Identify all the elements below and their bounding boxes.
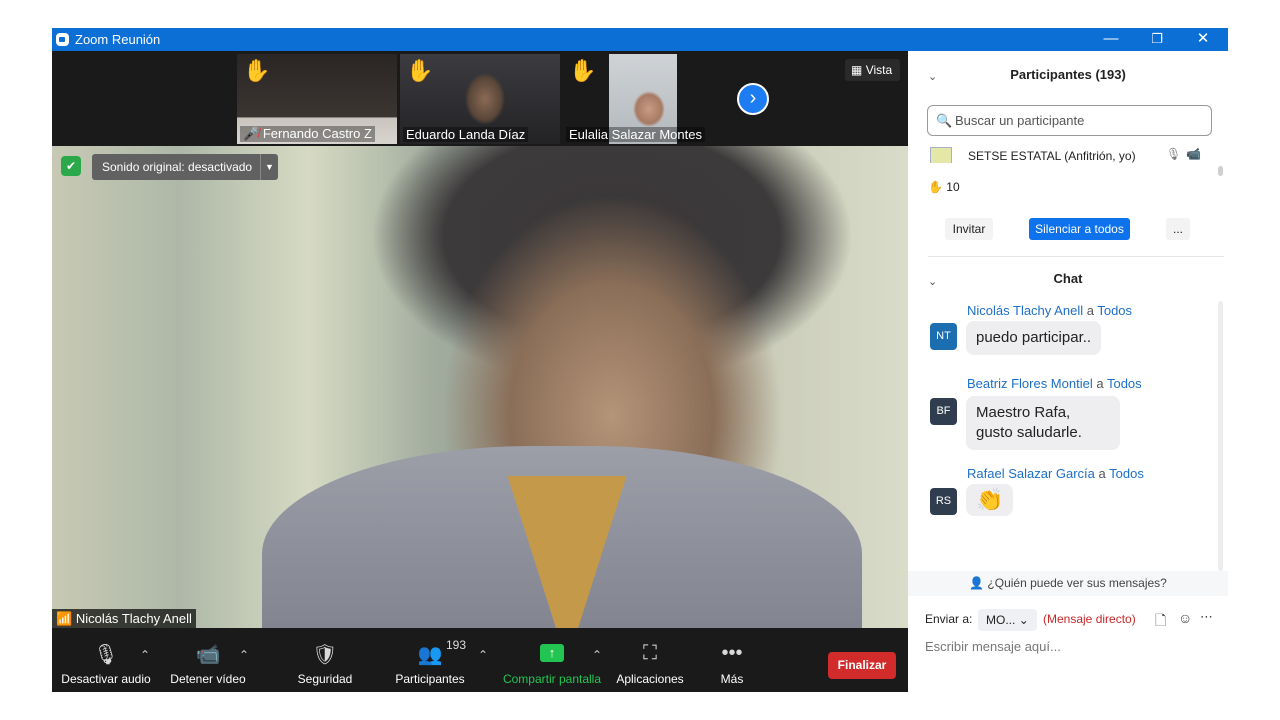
thumbnail-video[interactable]: ✋ 🎤̸ Fernando Castro Z: [237, 54, 397, 144]
restore-button[interactable]: ❐: [1134, 28, 1180, 51]
raised-hand-icon: ✋: [928, 180, 943, 194]
participants-button[interactable]: 👥 193 Participantes: [392, 628, 468, 692]
microphone-icon[interactable]: 🎙: [1166, 147, 1181, 161]
message-header: Beatriz Flores Montiel a Todos: [967, 376, 1142, 391]
recipient-dropdown[interactable]: MO... ⌄: [978, 609, 1037, 631]
meeting-area: ✋ 🎤̸ Fernando Castro Z ✋ Eduardo Landa D…: [52, 51, 908, 692]
security-button[interactable]: 🛡 Seguridad: [290, 628, 360, 692]
thumbnail-video[interactable]: ✋ Eulalia Salazar Montes: [563, 54, 723, 144]
video-camera-icon: 📹: [195, 644, 221, 666]
raised-hands-count: ✋ 10: [928, 180, 960, 194]
speaker-name-label: 📶 Nicolás Tlachy Anell: [52, 609, 196, 628]
thumbnail-video[interactable]: ✋ Eduardo Landa Díaz: [400, 54, 560, 144]
thumbnail-name: Eduardo Landa Díaz: [403, 127, 529, 142]
avatar: RS: [930, 488, 957, 515]
search-icon: 🔍: [936, 113, 953, 128]
invite-button[interactable]: Invitar: [945, 218, 993, 240]
meeting-toolbar: 🎙 Desactivar audio ⌃ 📹 Detener vídeo ⌃ 🛡…: [52, 628, 908, 692]
participants-scrollbar[interactable]: [1218, 166, 1223, 176]
next-page-button[interactable]: ›: [737, 83, 769, 115]
emoji-icon[interactable]: ☺: [1178, 610, 1192, 626]
signal-bars-icon: 📶: [56, 611, 73, 626]
chevron-down-icon: ⌄: [1018, 613, 1029, 627]
chat-scrollbar[interactable]: [1218, 301, 1223, 571]
zoom-logo-icon: [56, 33, 69, 46]
apps-icon: ⛶: [643, 642, 657, 664]
participants-options-caret[interactable]: ⌃: [478, 648, 488, 662]
raised-hand-icon: ✋: [243, 58, 271, 83]
chat-message-bubble: puedo participar..: [966, 321, 1102, 355]
who-can-see-link[interactable]: 👤 ¿Quién puede ver sus mensajes?: [908, 571, 1228, 596]
avatar: BF: [930, 398, 957, 425]
share-arrow-icon: ↑: [540, 644, 564, 662]
file-icon[interactable]: 🗋: [1155, 610, 1166, 634]
avatar: [930, 147, 952, 163]
more-dots-icon: •••: [721, 642, 743, 664]
encryption-shield-icon[interactable]: ✔: [61, 156, 81, 176]
participants-title: Participantes (193): [1010, 67, 1126, 82]
microphone-icon: 🎙: [93, 644, 119, 666]
side-panel: ⌄ Participantes (193) 🔍 Buscar un partic…: [908, 51, 1228, 692]
participant-name: SETSE ESTATAL (Anfitrión, yo): [968, 149, 1136, 163]
divider: [928, 256, 1224, 257]
participant-row[interactable]: SETSE ESTATAL (Anfitrión, yo) 🎙 📹: [928, 146, 1208, 163]
participants-count: 193: [446, 638, 467, 652]
message-header: Rafael Salazar García a Todos: [967, 466, 1144, 481]
chat-title: Chat: [1053, 271, 1083, 286]
thumbnail-name: 🎤̸ Fernando Castro Z: [240, 126, 375, 142]
shield-icon: 🛡: [312, 644, 338, 666]
send-to-row: Enviar a: MO... ⌄ (Mensaje directo) 🗋 ☺ …: [925, 607, 1225, 631]
more-dots-icon[interactable]: ⋯: [1200, 609, 1213, 625]
people-icon: 👥: [417, 644, 443, 666]
muted-mic-icon: 🎤̸: [243, 126, 260, 141]
video-options-caret[interactable]: ⌃: [239, 648, 249, 662]
window-title: Zoom Reunión: [75, 32, 161, 47]
message-header: Nicolás Tlachy Anell a Todos: [967, 303, 1133, 318]
minimize-button[interactable]: —: [1088, 28, 1134, 51]
thumbnail-name: Eulalia Salazar Montes: [566, 127, 705, 142]
share-options-caret[interactable]: ⌃: [592, 648, 602, 662]
title-bar: Zoom Reunión — ❐ ✕: [52, 28, 1228, 51]
chat-message-bubble: 👏: [966, 484, 1014, 516]
send-to-label: Enviar a:: [925, 612, 973, 626]
active-speaker-video: ✔ Sonido original: desactivado ▼ 📶 Nicol…: [52, 146, 908, 628]
chat-message-input[interactable]: [925, 635, 1215, 657]
original-sound-dropdown[interactable]: ▼: [260, 154, 278, 180]
avatar: NT: [930, 323, 957, 350]
mute-audio-button[interactable]: 🎙 Desactivar audio: [60, 628, 152, 692]
zoom-window: Zoom Reunión — ❐ ✕ ✋ 🎤̸ Fernando Castro …: [52, 28, 1228, 692]
end-meeting-button[interactable]: Finalizar: [828, 652, 896, 679]
grid-icon: ▦: [851, 63, 863, 77]
apps-button[interactable]: ⛶ Aplicaciones: [612, 628, 688, 692]
participant-search-input[interactable]: 🔍 Buscar un participante: [927, 105, 1212, 136]
share-screen-button[interactable]: ↑ Compartir pantalla: [500, 628, 604, 692]
person-icon: 👤: [969, 576, 985, 590]
original-sound-button[interactable]: Sonido original: desactivado: [92, 154, 263, 180]
more-button[interactable]: ••• Más: [712, 628, 752, 692]
more-options-button[interactable]: ...: [1166, 218, 1190, 240]
audio-options-caret[interactable]: ⌃: [140, 648, 150, 662]
direct-message-label: (Mensaje directo): [1043, 612, 1136, 626]
raised-hand-icon: ✋: [406, 58, 434, 83]
view-button[interactable]: ▦ Vista: [845, 59, 900, 81]
close-button[interactable]: ✕: [1180, 28, 1226, 51]
mute-all-button[interactable]: Silenciar a todos: [1029, 218, 1130, 240]
chat-message-bubble: Maestro Rafa, gusto saludarle.: [966, 396, 1120, 450]
thumbnail-strip: ✋ 🎤̸ Fernando Castro Z ✋ Eduardo Landa D…: [52, 51, 908, 146]
video-camera-icon[interactable]: 📹: [1186, 147, 1201, 161]
raised-hand-icon: ✋: [569, 58, 597, 83]
chevron-down-icon: ▼: [265, 162, 274, 172]
chevron-right-icon: ›: [749, 87, 757, 109]
